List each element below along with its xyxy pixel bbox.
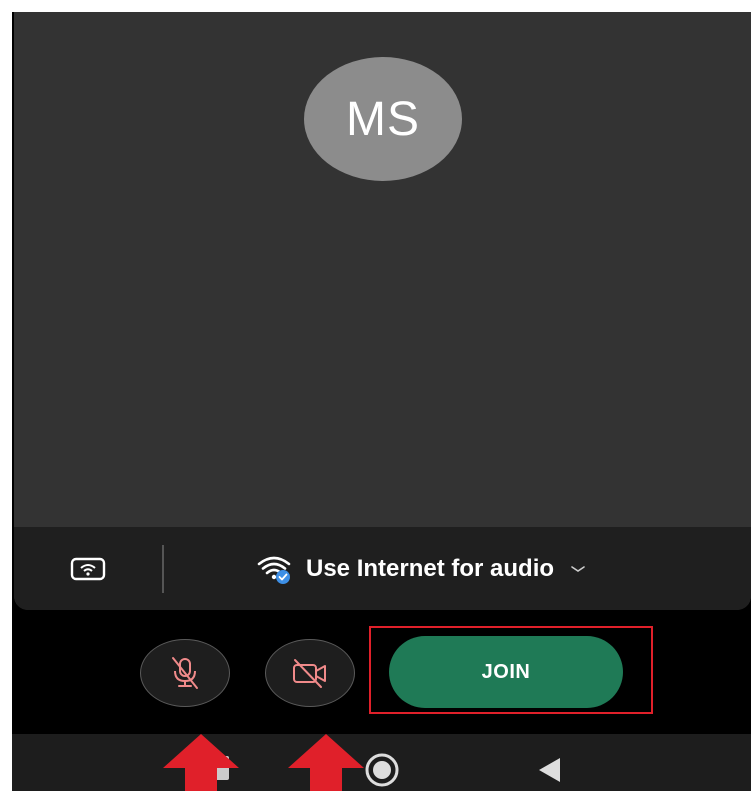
system-navigation-bar	[12, 734, 751, 791]
join-button[interactable]: JOIN	[389, 636, 623, 708]
mic-off-icon	[172, 657, 198, 689]
cast-device-button[interactable]	[66, 551, 110, 587]
chevron-down-icon	[570, 564, 586, 574]
cast-device-icon	[70, 557, 106, 581]
back-icon[interactable]	[536, 756, 562, 784]
recents-icon[interactable]	[215, 756, 229, 780]
wifi-check-icon	[257, 556, 291, 584]
mute-microphone-button[interactable]	[140, 639, 230, 707]
meeting-join-screen: MS Use Internet for audio JOIN	[12, 12, 751, 791]
video-preview: MS Use Internet for audio	[14, 12, 751, 610]
camera-off-icon	[293, 659, 326, 688]
divider	[162, 545, 164, 593]
turn-off-camera-button[interactable]	[265, 639, 355, 707]
audio-option-label: Use Internet for audio	[306, 555, 555, 582]
home-icon[interactable]	[364, 752, 400, 788]
avatar-initials: MS	[346, 92, 420, 146]
audio-option-dropdown[interactable]: Use Internet for audio	[256, 545, 586, 593]
audio-options-bar: Use Internet for audio	[14, 527, 751, 610]
avatar: MS	[304, 57, 462, 181]
